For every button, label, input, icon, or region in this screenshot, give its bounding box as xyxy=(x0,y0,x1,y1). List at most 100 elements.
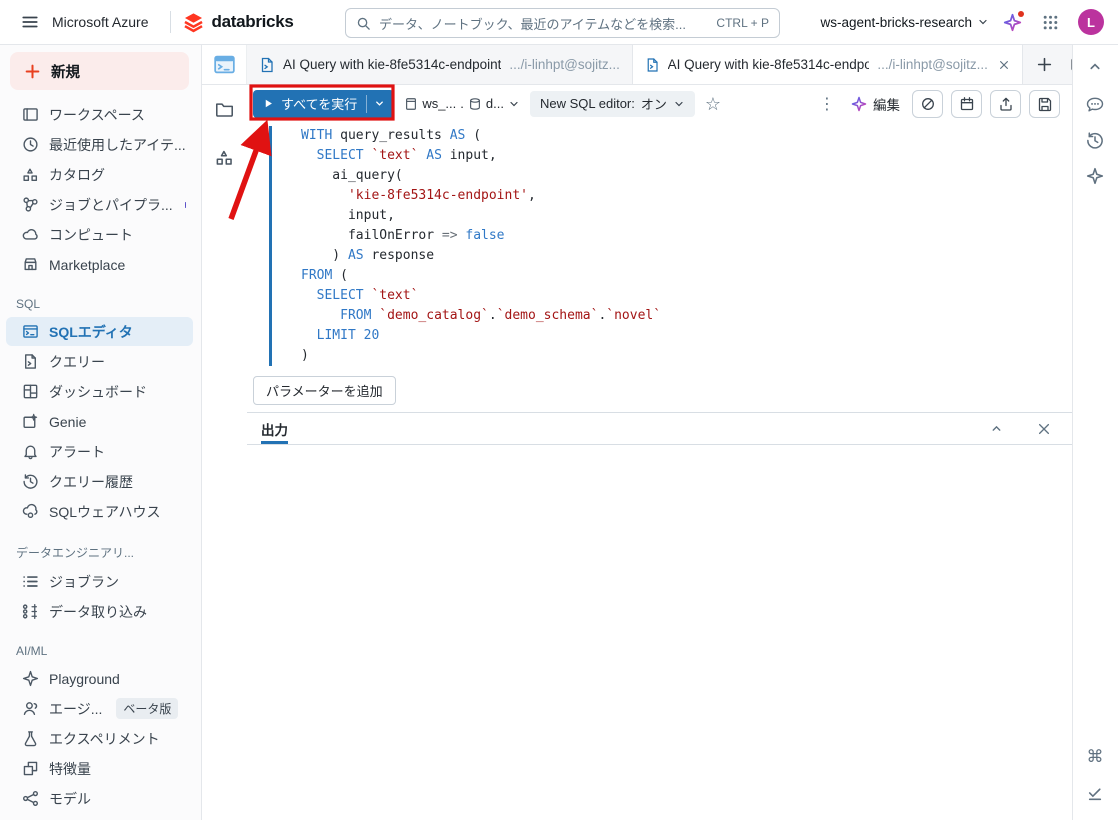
sidebar-item-label: ダッシュボード xyxy=(49,382,147,402)
sidebar-item-catalog[interactable]: カタログ xyxy=(6,160,193,189)
sidebar-item-dashboards[interactable]: ダッシュボード xyxy=(6,377,193,406)
sidebar-item-marketplace[interactable]: Marketplace xyxy=(6,250,193,279)
sidebar-item-label: Playground xyxy=(49,671,120,687)
folder-icon[interactable] xyxy=(211,95,239,123)
sidebar-item-jobs-pipelines[interactable]: ジョブとパイプラ... xyxy=(6,190,193,219)
chevron-down-icon xyxy=(508,98,520,110)
calendar-icon xyxy=(959,96,975,112)
warehouse-name: ws_... xyxy=(422,96,456,111)
main-area: AI Query with kie-8fe5314c-endpoint .../… xyxy=(202,45,1072,820)
sidebar-section-header: AI/ML xyxy=(0,636,201,664)
share-button[interactable] xyxy=(990,90,1021,118)
code-line: ai_query( xyxy=(301,166,1072,186)
sidebar-item-job-runs[interactable]: ジョブラン xyxy=(6,567,193,596)
user-avatar[interactable]: L xyxy=(1078,9,1104,35)
sidebar-item-label: ジョブとパイプラ... xyxy=(49,195,173,215)
tab-close-icon[interactable] xyxy=(998,59,1010,71)
comments-icon[interactable] xyxy=(1086,95,1105,114)
sparkle-gradient-icon xyxy=(851,96,867,112)
save-button[interactable] xyxy=(1029,90,1060,118)
schedule-button[interactable] xyxy=(951,90,982,118)
hamburger-menu-icon[interactable] xyxy=(16,8,44,36)
cloud-icon xyxy=(22,226,39,243)
flask-icon xyxy=(22,730,39,747)
catalog-icon xyxy=(22,166,39,183)
global-search-input[interactable]: データ、ノートブック、最近のアイテムなどを検索... CTRL + P xyxy=(345,8,780,38)
new-sql-editor-toggle[interactable]: New SQL editor: オン xyxy=(530,91,695,117)
collapse-output-icon[interactable] xyxy=(982,415,1010,443)
run-options-caret[interactable] xyxy=(366,95,392,113)
code-line: failOnError => false xyxy=(301,226,1072,246)
sidebar-item-alerts[interactable]: アラート xyxy=(6,437,193,466)
right-panel-strip: ⌘ xyxy=(1072,45,1117,820)
sidebar-item-label: データ取り込み xyxy=(49,602,147,622)
run-all-button[interactable]: すべてを実行 xyxy=(253,90,394,118)
sidebar-item-data-ingestion[interactable]: データ取り込み xyxy=(6,597,193,626)
shortcuts-icon[interactable]: ⌘ xyxy=(1087,747,1104,767)
hide-results-button[interactable] xyxy=(912,90,943,118)
sidebar-item-features[interactable]: 特徴量 xyxy=(6,754,193,783)
brand-word: databricks xyxy=(211,12,293,32)
query-file-icon xyxy=(645,57,660,73)
sidebar-group-3: AI/ML Playground エージ...ベータ版エクスペリメント特徴量モデル xyxy=(0,636,201,813)
sql-editor-window-icon xyxy=(202,45,247,84)
tab-suffix: .../i-linhpt@sojitz... xyxy=(509,57,620,72)
sidebar-item-agents[interactable]: エージ...ベータ版 xyxy=(6,694,193,723)
version-history-icon[interactable] xyxy=(1086,131,1105,150)
databricks-logo[interactable]: databricks xyxy=(183,12,293,33)
sidebar-item-label: モデル xyxy=(49,789,91,809)
sidebar-item-playground[interactable]: Playground xyxy=(6,664,193,693)
assistant-panel-icon[interactable] xyxy=(1086,167,1104,185)
play-icon xyxy=(263,98,274,109)
sidebar-item-genie[interactable]: Genie xyxy=(6,407,193,436)
warehouse-separator: . xyxy=(460,96,464,111)
history-icon xyxy=(22,473,39,490)
warehouse-selector[interactable]: ws_... . d... xyxy=(404,96,520,111)
sidebar-item-label: SQLエディタ xyxy=(49,322,133,342)
favorite-star-icon[interactable]: ☆ xyxy=(705,95,721,113)
tab-query-1[interactable]: AI Query with kie-8fe5314c-endpoint .../… xyxy=(247,45,633,84)
tab-query-2-active[interactable]: AI Query with kie-8fe5314c-endpoint .../… xyxy=(633,45,1023,84)
sidebar-item-sql-warehouses[interactable]: SQLウェアハウス xyxy=(6,497,193,526)
sparkle-icon xyxy=(22,670,39,687)
new-tab-icon[interactable] xyxy=(1031,51,1059,79)
sidebar-item-models[interactable]: モデル xyxy=(6,784,193,813)
sidebar-item-label: ワークスペース xyxy=(49,105,145,125)
sidebar-item-compute[interactable]: コンピュート xyxy=(6,220,193,249)
store-icon xyxy=(22,256,39,273)
tab-suffix: .../i-linhpt@sojitz... xyxy=(877,57,988,72)
collapse-panel-icon[interactable] xyxy=(1088,59,1103,74)
sql-code-editor[interactable]: WITH query_results AS ( SELECT `text` AS… xyxy=(247,122,1072,366)
assistant-edit-button[interactable]: 編集 xyxy=(851,94,900,114)
editor-toolbar: すべてを実行 ws_... . d... New SQL xyxy=(247,85,1072,122)
add-parameter-button[interactable]: パラメーターを追加 xyxy=(253,376,396,405)
checks-icon[interactable] xyxy=(1087,785,1104,802)
new-button[interactable]: 新規 xyxy=(10,52,189,90)
sidebar-item-recents[interactable]: 最近使用したアイテ... xyxy=(6,130,193,159)
sidebar-item-workspace[interactable]: ワークスペース xyxy=(6,100,193,129)
sidebar-item-experiments[interactable]: エクスペリメント xyxy=(6,724,193,753)
sidebar-item-query-history[interactable]: クエリー履歴 xyxy=(6,467,193,496)
output-body xyxy=(247,445,1072,820)
close-output-icon[interactable] xyxy=(1030,415,1058,443)
schema-browser-icon[interactable] xyxy=(211,143,239,171)
workspace-selector[interactable]: ws-agent-bricks-research xyxy=(820,15,989,30)
sidebar-section-header: SQL xyxy=(0,289,201,317)
warehouse-icon xyxy=(22,503,39,520)
workspace-name: ws-agent-bricks-research xyxy=(820,15,972,30)
more-options-icon[interactable]: ⋮ xyxy=(815,94,839,114)
assistant-sparkle-icon[interactable] xyxy=(1003,13,1022,32)
new-button-label: 新規 xyxy=(51,61,80,82)
sidebar-item-queries[interactable]: クエリー xyxy=(6,347,193,376)
sidebar-group-0: ワークスペース最近使用したアイテ...カタログジョブとパイプラ... コンピュート… xyxy=(0,100,201,279)
code-line: ) xyxy=(301,346,1072,366)
output-tab[interactable]: 出力 xyxy=(261,413,288,444)
sql-editor-icon xyxy=(22,323,39,340)
output-header-icons xyxy=(982,415,1058,443)
edit-label: 編集 xyxy=(873,94,900,114)
sidebar-item-sql-editor[interactable]: SQLエディタ xyxy=(6,317,193,346)
sidebar-item-label: クエリー xyxy=(49,352,105,372)
apps-grid-icon[interactable] xyxy=(1036,8,1064,36)
code-line: FROM ( xyxy=(301,266,1072,286)
code-line: LIMIT 20 xyxy=(301,326,1072,346)
